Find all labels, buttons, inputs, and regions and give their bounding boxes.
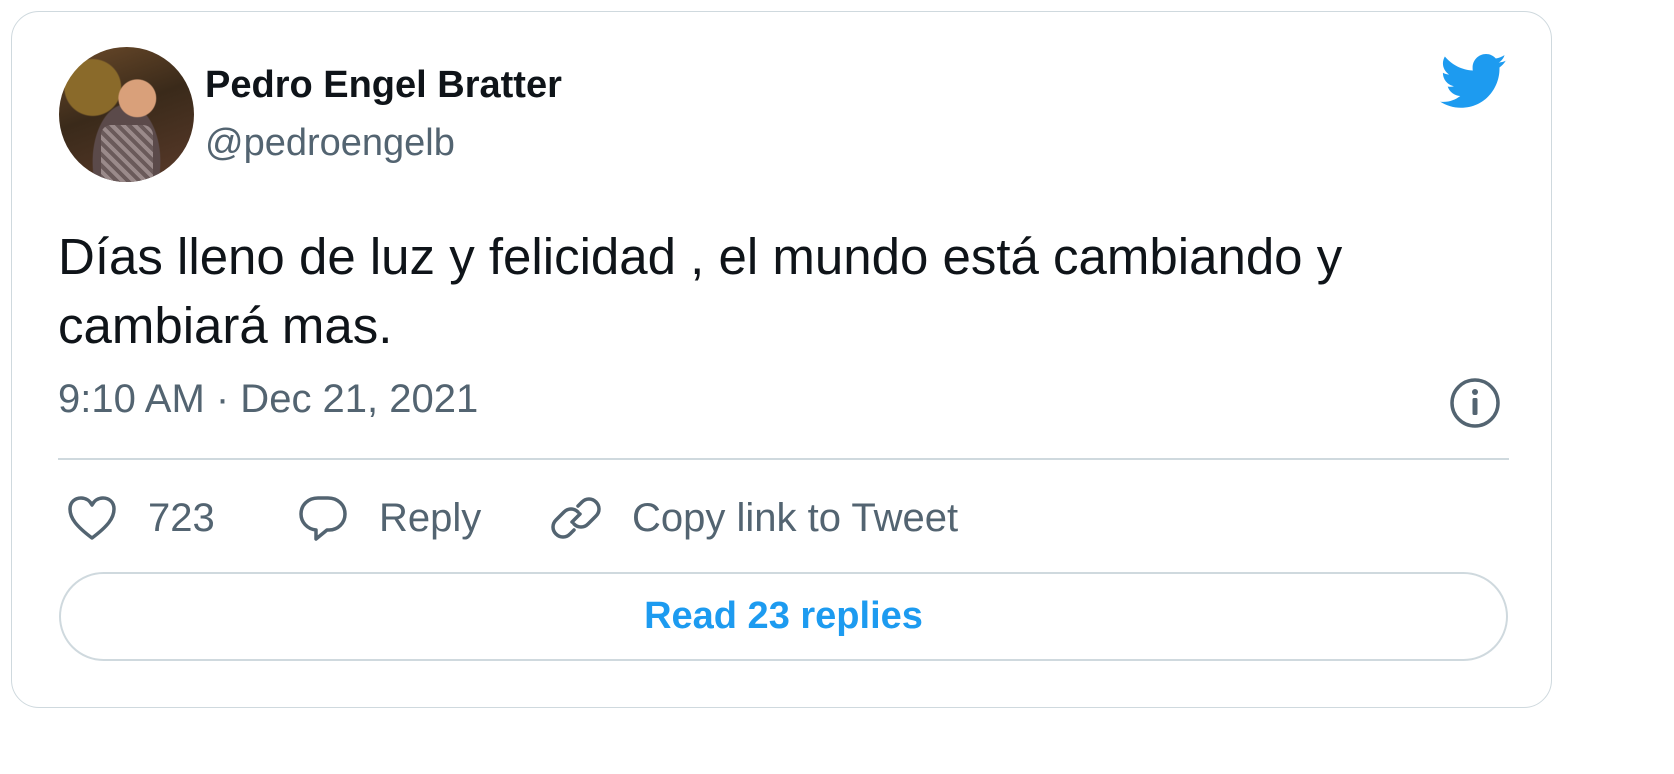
tweet-card: Pedro Engel Bratter @pedroengelb Días ll… xyxy=(11,11,1552,708)
reply-button[interactable]: Reply xyxy=(297,490,481,546)
like-count: 723 xyxy=(148,495,215,540)
like-button[interactable]: 723 xyxy=(66,490,215,546)
author-name[interactable]: Pedro Engel Bratter xyxy=(205,64,562,107)
tweet-timestamp[interactable]: 9:10 AM · Dec 21, 2021 xyxy=(58,377,478,422)
heart-icon xyxy=(68,496,116,540)
reply-label: Reply xyxy=(379,495,482,540)
avatar-scarf xyxy=(101,125,153,182)
author-handle[interactable]: @pedroengelb xyxy=(205,122,455,165)
twitter-bird-icon[interactable] xyxy=(1440,54,1508,110)
read-replies-button[interactable]: Read 23 replies xyxy=(59,572,1508,661)
divider xyxy=(58,458,1509,460)
link-icon xyxy=(551,497,601,539)
tweet-text: Días lleno de luz y felicidad , el mundo… xyxy=(58,228,1343,354)
avatar[interactable] xyxy=(59,47,194,182)
copy-link-button[interactable]: Copy link to Tweet xyxy=(550,490,958,546)
info-icon[interactable] xyxy=(1449,377,1501,429)
speech-bubble-icon xyxy=(299,496,347,541)
read-replies-label: Read 23 replies xyxy=(644,595,923,637)
copy-link-label: Copy link to Tweet xyxy=(632,495,959,540)
